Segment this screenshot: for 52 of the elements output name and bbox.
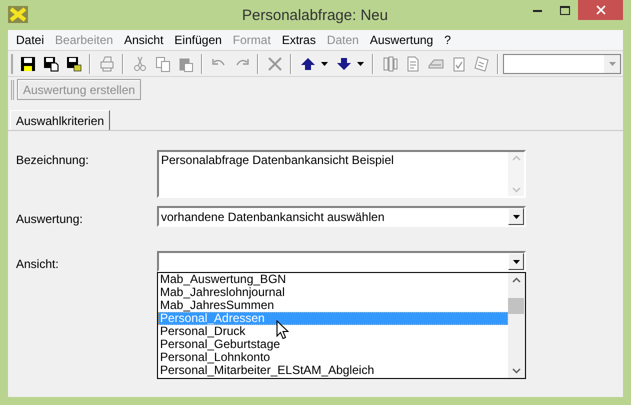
list-option[interactable]: Personal_Geburtstage [158, 338, 508, 351]
list-option[interactable]: Mab_Jahreslohnjournal [158, 286, 508, 299]
scroll-down-icon[interactable] [512, 368, 521, 374]
menu-item[interactable]: Einfügen [170, 31, 226, 49]
list-option[interactable]: Personal_Mitarbeiter_ELStAM_Abgleich [158, 364, 508, 377]
field-label: Ansicht: [16, 256, 59, 273]
arrow-up-icon [300, 56, 316, 72]
field-value: Personalabfrage Datenbankansicht Beispiel [160, 152, 395, 169]
caret-icon [321, 62, 328, 66]
tab[interactable]: Auswahlkriterien [10, 110, 110, 131]
mouse-pointer-icon [276, 320, 289, 340]
list-option[interactable]: Personal_Lohnkonto [158, 351, 508, 364]
menu-item[interactable]: Auswertung [366, 31, 438, 49]
close-button[interactable] [578, 0, 623, 20]
minimize-icon [533, 8, 542, 12]
list-option[interactable]: Mab_Auswertung_BGN [158, 273, 508, 286]
columns-icon [382, 56, 398, 72]
list-option[interactable]: Mab_JahresSummen [158, 299, 508, 312]
menu-item[interactable]: Ansicht [120, 31, 168, 49]
floppy-disks-icon [66, 56, 82, 72]
dropdown-button[interactable] [508, 253, 524, 270]
delete-icon [266, 56, 282, 72]
copy-icon [154, 56, 170, 72]
clipboard-icon [178, 56, 194, 72]
maximize-icon [560, 6, 570, 14]
arrow-down-icon [336, 56, 352, 72]
field-label: Auswertung: [16, 211, 83, 228]
printer-icon [98, 56, 114, 72]
dropdown-value: vorhandene Datenbankansicht auswählen [160, 208, 386, 226]
view-dropdown[interactable] [157, 251, 526, 272]
caret-icon [512, 260, 520, 264]
menu-item[interactable]: ? [440, 31, 455, 49]
scissors-icon [132, 56, 148, 72]
caret-icon [512, 214, 520, 218]
note-icon [474, 56, 490, 72]
document-icon [404, 56, 420, 72]
caret-icon [357, 62, 364, 66]
list-option[interactable]: Personal_Druck [158, 325, 508, 338]
dropdown-button[interactable] [508, 208, 524, 225]
toolbar-dropdown[interactable] [503, 54, 621, 74]
caret-icon[interactable] [608, 62, 616, 66]
menu-item[interactable]: Extras [278, 31, 320, 49]
report-dropdown[interactable]: vorhandene Datenbankansicht auswählen [157, 206, 526, 227]
app-logo-icon [8, 6, 28, 23]
menu-item[interactable]: Datei [12, 31, 48, 49]
field-label: Bezeichnung: [16, 152, 89, 169]
close-icon [596, 5, 606, 15]
scrollbar-thumb[interactable] [508, 298, 524, 314]
checklist-icon [450, 56, 466, 72]
window-title: Personalabfrage: Neu [241, 6, 389, 26]
floppy-document-icon [42, 56, 58, 72]
scroll-up-icon[interactable] [512, 277, 521, 283]
